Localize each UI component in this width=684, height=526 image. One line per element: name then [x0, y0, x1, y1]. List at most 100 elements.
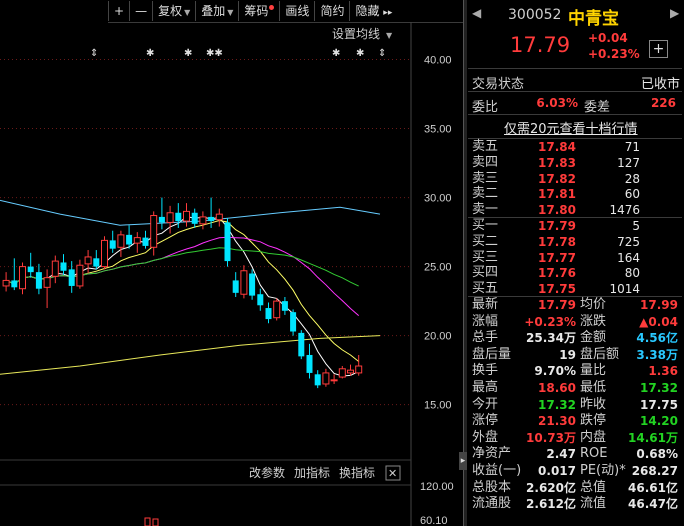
ten-levels-link[interactable]: 仅需20元查看十档行情	[504, 118, 638, 137]
event-marker-icon[interactable]: ✱	[184, 48, 192, 59]
zoom-in-button[interactable]: +	[108, 1, 129, 21]
ask-row[interactable]: 卖五 17.84 71	[468, 139, 682, 155]
stat-value: 17.32	[538, 397, 576, 412]
candle-body	[2, 279, 10, 287]
event-marker-icon[interactable]: ✱	[146, 48, 154, 59]
fuquan-dropdown[interactable]: 复权 ▼	[152, 1, 195, 21]
ask-row[interactable]: 卖三 17.82 28	[468, 171, 682, 187]
stat-row: 收益(一) 0.017 PE(动)* 268.27	[468, 463, 682, 479]
event-marker-icon[interactable]: ✱✱	[206, 48, 223, 59]
stat-row: 盘后量 19 盘后额 3.38万	[468, 347, 682, 363]
ask-volume: 127	[617, 155, 640, 170]
candle-body	[273, 300, 281, 319]
stat-label: PE(动)*	[580, 463, 626, 478]
stat-value: +0.23%	[524, 314, 576, 329]
settings-ma-button[interactable]: 设置均线	[332, 27, 380, 41]
swap-indicator-button[interactable]: 换指标	[339, 465, 375, 480]
ask-row[interactable]: 卖四 17.83 127	[468, 155, 682, 171]
bid-price: 17.75	[538, 282, 576, 297]
kline-chart[interactable]: 设置均线 ▼ ⇕ ✱ ✱ ✱✱ ✱ ✱ ⇕ 40.0035.0030.0025.0020.0…	[0, 22, 462, 526]
stat-value: 2.612亿	[526, 497, 576, 512]
zoom-out-button[interactable]: —	[129, 1, 152, 21]
stock-name: 中青宝	[568, 9, 619, 29]
event-marker-icon[interactable]: ⇕	[378, 48, 386, 59]
stat-value: 46.47亿	[628, 497, 678, 512]
weibi-value: 6.03%	[536, 96, 578, 110]
change-params-button[interactable]: 改参数	[249, 465, 285, 480]
candle-body	[93, 258, 100, 267]
stat-value: 21.30	[538, 414, 576, 429]
diejia-dropdown[interactable]: 叠加 ▼	[195, 1, 238, 21]
status-label: 交易状态	[472, 77, 525, 92]
stat-label: 最高	[472, 380, 499, 395]
stat-value: 17.32	[640, 381, 678, 395]
collapse-panel-handle[interactable]: ▸	[459, 452, 467, 470]
bid-volume: 80	[624, 266, 640, 281]
add-watchlist-button[interactable]: +	[649, 40, 668, 58]
prev-stock-arrow-icon[interactable]: ◀	[472, 6, 481, 20]
candle-body	[347, 369, 354, 374]
ma-line-10	[5, 219, 360, 362]
chart-toolbar: + — 复权 ▼ 叠加 ▼ 筹码 画线 简约 隐藏 ▸▸	[108, 0, 464, 23]
next-stock-arrow-icon[interactable]: ▶	[670, 6, 679, 20]
chart-grid	[0, 59, 411, 406]
candle-body	[166, 212, 174, 223]
stat-value: ▲0.04	[639, 314, 678, 329]
event-marker-icon[interactable]: ⇕	[90, 48, 98, 59]
bid-price: 17.77	[538, 250, 576, 265]
stat-value: 10.73万	[526, 430, 576, 445]
weicha-label: 委差	[584, 100, 611, 115]
stat-label: 均价	[580, 297, 607, 312]
huaxian-button[interactable]: 画线	[279, 1, 314, 21]
candle-body	[330, 379, 338, 382]
event-marker-icon[interactable]: ✱	[332, 48, 340, 59]
stat-row: 涨停 21.30 跌停 14.20	[468, 413, 682, 429]
ask-volume: 28	[624, 171, 640, 186]
stat-label: 跌停	[580, 413, 607, 429]
stat-value: 268.27	[631, 464, 678, 478]
stat-row: 今开 17.32 昨收 17.75	[468, 397, 682, 413]
stat-label: 盘后额	[580, 346, 620, 362]
ask-volume: 60	[624, 187, 640, 202]
candle-body	[11, 280, 18, 288]
bid-row[interactable]: 买五 17.75 1014	[468, 281, 682, 297]
candle-body	[109, 240, 116, 249]
event-marker-icon[interactable]: ✱	[356, 48, 364, 59]
candle-body	[314, 374, 321, 386]
ask-price: 17.84	[538, 140, 576, 154]
ask-price: 17.81	[538, 187, 576, 202]
bid-row[interactable]: 买三 17.77 164	[468, 250, 682, 266]
add-indicator-button[interactable]: 加指标	[294, 465, 330, 480]
ask-row[interactable]: 卖二 17.81 60	[468, 186, 682, 202]
bid-row[interactable]: 买二 17.78 725	[468, 234, 682, 250]
stat-label: 金额	[580, 330, 607, 346]
stat-label: 换手	[472, 363, 499, 379]
bid-row[interactable]: 买一 17.79 5	[468, 218, 682, 234]
stat-label: 昨收	[580, 396, 607, 412]
stat-label: 总股本	[472, 479, 512, 495]
candle-body	[142, 237, 149, 246]
stat-label: 涨停	[472, 413, 499, 429]
ask-volume: 1476	[609, 203, 640, 218]
stat-value: 0.017	[538, 464, 576, 478]
price-tick: 15.00	[424, 400, 452, 412]
price-tick: 25.00	[424, 262, 452, 274]
status-value: 已收市	[640, 77, 680, 92]
candle-body	[76, 264, 84, 287]
stat-label: 流值	[580, 496, 607, 512]
stat-value: 17.99	[640, 298, 678, 312]
weibi-label: 委比	[472, 100, 499, 115]
candle-body	[298, 332, 305, 357]
stat-label: 外盘	[472, 429, 499, 445]
diejia-label: 叠加	[201, 4, 226, 18]
stat-label: 总手	[472, 330, 499, 346]
chouma-button[interactable]: 筹码	[238, 1, 279, 21]
jianyue-button[interactable]: 简约	[314, 1, 349, 21]
bid-price: 17.76	[538, 266, 576, 281]
ask-row[interactable]: 卖一 17.80 1476	[468, 202, 682, 218]
stat-label: 最低	[580, 380, 607, 395]
yincang-button[interactable]: 隐藏 ▸▸	[349, 1, 397, 21]
candle-body	[338, 368, 346, 378]
bid-row[interactable]: 买四 17.76 80	[468, 265, 682, 281]
stat-row: 外盘 10.73万 内盘 14.61万	[468, 430, 682, 446]
